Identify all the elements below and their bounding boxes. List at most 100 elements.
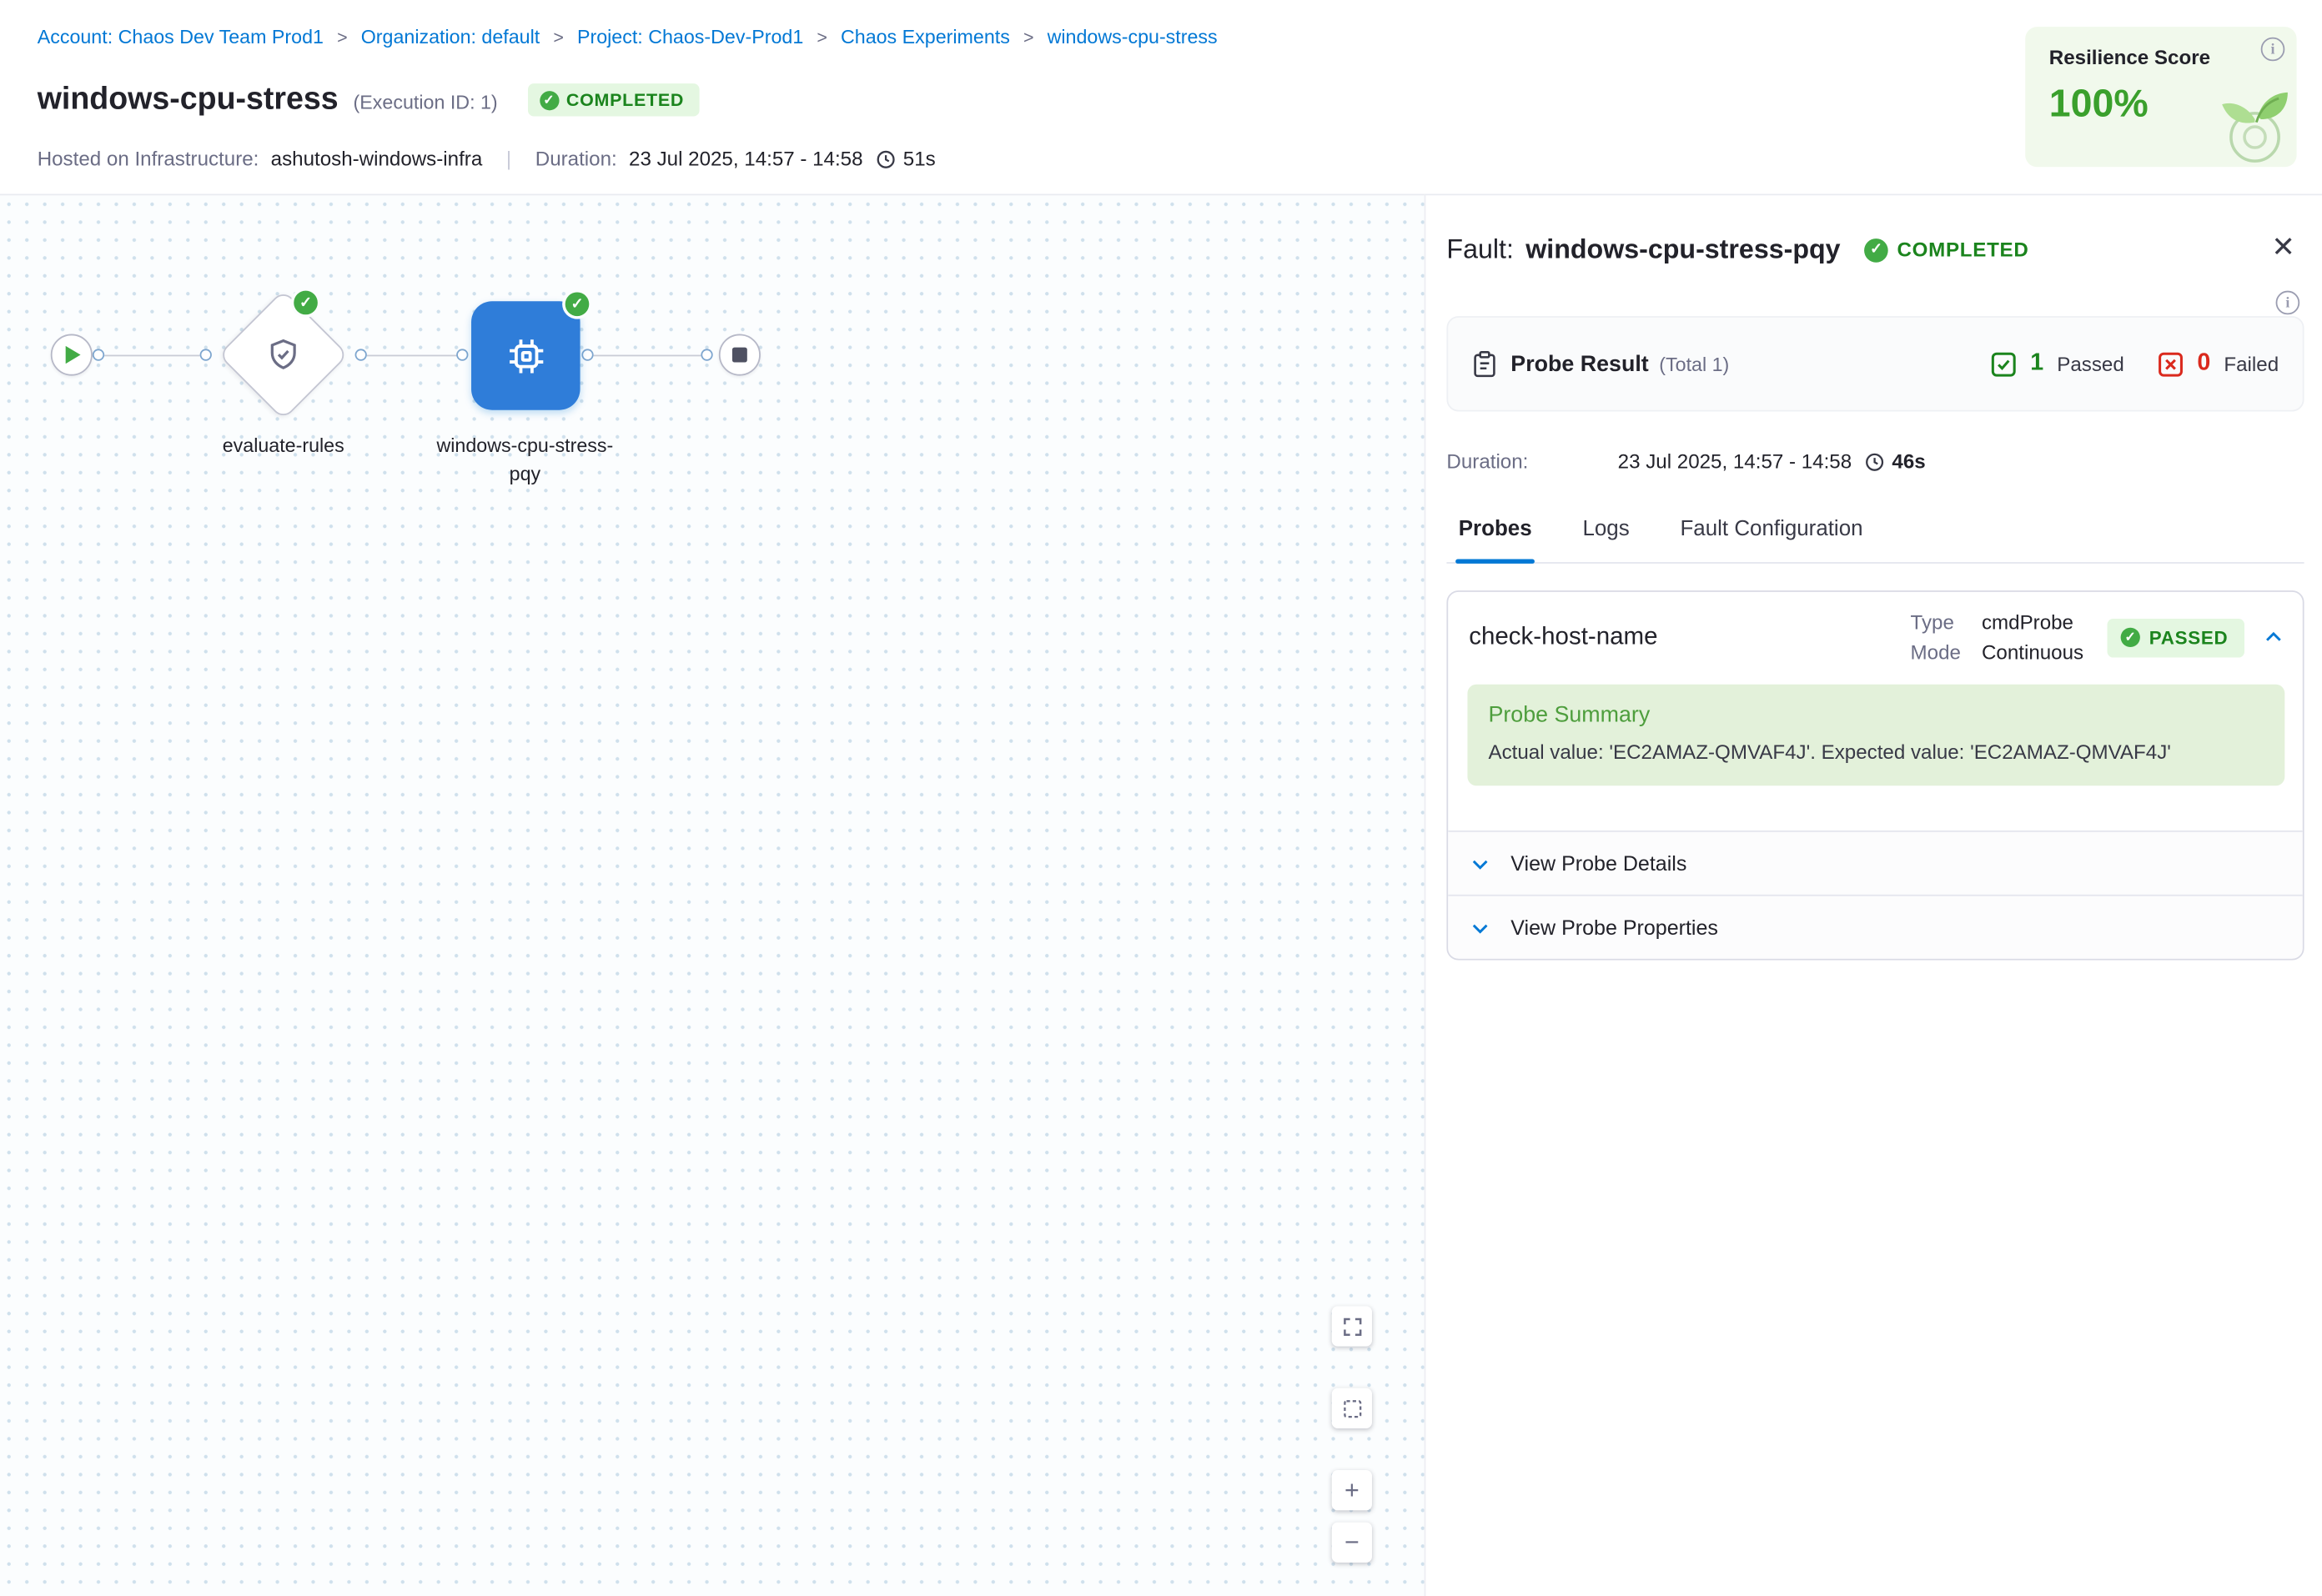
chevron-down-icon [1469, 852, 1491, 875]
probe-mode-label: Mode [1911, 641, 1961, 664]
edge-dot [581, 349, 593, 360]
check-circle-icon: ✓ [1864, 238, 1888, 262]
probe-result-counts: 1 Passed 0 Failed [1992, 350, 2279, 377]
panel-duration-row: Duration: 23 Jul 2025, 14:57 - 14:58 46s [1446, 450, 2304, 473]
cpu-fault-icon [503, 334, 548, 379]
edge-dot [355, 349, 367, 360]
pipeline-node-windows-cpu-stress-pqy[interactable]: ✓ [471, 301, 580, 410]
probe-status-label: PASSED [2149, 627, 2229, 648]
view-probe-details-expander[interactable]: View Probe Details [1448, 831, 2303, 895]
close-panel-button[interactable]: ✕ [2271, 234, 2294, 263]
play-icon [63, 346, 80, 364]
page-title: windows-cpu-stress [38, 82, 339, 118]
breadcrumb-organization[interactable]: Organization: default [361, 25, 540, 48]
edge-dot [93, 349, 104, 360]
fault-status-label: COMPLETED [1897, 238, 2029, 261]
node-label-evaluate-rules: evaluate-rules [179, 431, 388, 459]
status-badge-label: COMPLETED [566, 89, 684, 110]
pipeline-stop-node[interactable] [719, 334, 761, 376]
tab-probes[interactable]: Probes [1455, 505, 1535, 562]
probe-result-card: Probe Result (Total 1) 1 Passed 0 Failed… [1446, 316, 2304, 411]
success-check-badge: ✓ [294, 291, 318, 315]
failed-label: Failed [2224, 353, 2279, 375]
divider: | [506, 148, 511, 170]
stop-icon [732, 348, 747, 363]
clock-icon [1863, 451, 1884, 472]
chevron-right-icon: > [337, 26, 348, 47]
marquee-select-icon [1341, 1398, 1362, 1418]
select-area-button[interactable] [1332, 1388, 1372, 1428]
chevron-right-icon: > [1023, 26, 1034, 47]
node-label-windows-cpu-stress-pqy: windows-cpu-stress-pqy [435, 431, 615, 488]
duration-value: 23 Jul 2025, 14:57 - 14:58 [629, 148, 863, 170]
panel-duration-elapsed-value: 46s [1892, 450, 1925, 473]
fault-title: windows-cpu-stress-pqy [1525, 234, 1840, 266]
probe-summary-title: Probe Summary [1488, 702, 2264, 727]
failed-xbox-icon [2159, 351, 2184, 376]
zoom-in-button[interactable]: + [1332, 1470, 1372, 1510]
edge-dot [200, 349, 212, 360]
chevron-down-icon [1469, 916, 1491, 939]
collapse-probe-button[interactable] [2262, 626, 2284, 649]
probe-type-mode: Type cmdProbe Mode Continuous [1911, 611, 2084, 664]
chevron-right-icon: > [553, 26, 564, 47]
clock-icon [875, 148, 896, 169]
probe-result-total: (Total 1) [1659, 353, 1729, 375]
panel-duration-elapsed: 46s [1863, 450, 1925, 473]
check-circle-icon: ✓ [540, 90, 559, 109]
info-icon[interactable]: i [2276, 291, 2300, 315]
breadcrumb: Account: Chaos Dev Team Prod1 > Organiza… [38, 25, 1218, 48]
resilience-score-card: Resilience Score 100% i [2025, 27, 2296, 167]
probe-mode-value: Continuous [1982, 641, 2083, 664]
passed-checkbox-icon [1992, 351, 2017, 376]
tab-fault-configuration[interactable]: Fault Configuration [1677, 505, 1866, 562]
shield-check-icon [265, 337, 301, 373]
failed-count: 0 [2197, 350, 2210, 377]
view-probe-details-label: View Probe Details [1510, 851, 1686, 876]
breadcrumb-chaos-experiments[interactable]: Chaos Experiments [841, 25, 1010, 48]
edge-dot [456, 349, 468, 360]
duration-elapsed: 51s [875, 148, 936, 170]
zoom-out-button[interactable]: − [1332, 1523, 1372, 1563]
passed-count: 1 [2030, 350, 2043, 377]
probe-summary-box: Probe Summary Actual value: 'EC2AMAZ-QMV… [1467, 685, 2284, 786]
pipeline-canvas[interactable]: ✓ evaluate-rules ✓ windows-cpu-stress-pq… [0, 193, 1425, 1596]
probe-summary-text: Actual value: 'EC2AMAZ-QMVAF4J'. Expecte… [1488, 741, 2264, 764]
edge-line [594, 355, 701, 357]
check-circle-icon: ✓ [2121, 628, 2140, 647]
title-row: windows-cpu-stress (Execution ID: 1) ✓ C… [38, 82, 699, 118]
passed-label: Passed [2057, 353, 2124, 375]
chevron-right-icon: > [817, 26, 827, 47]
fault-title-prefix: Fault: [1446, 234, 1514, 266]
page-header: Account: Chaos Dev Team Prod1 > Organiza… [0, 0, 2322, 193]
view-probe-properties-expander[interactable]: View Probe Properties [1448, 895, 2303, 959]
breadcrumb-current[interactable]: windows-cpu-stress [1048, 25, 1218, 48]
clipboard-icon [1472, 349, 1497, 378]
probe-status-badge: ✓ PASSED [2108, 618, 2244, 656]
fault-status: ✓ COMPLETED [1864, 238, 2028, 262]
infra-label: Hosted on Infrastructure: [38, 148, 259, 170]
edge-dot [701, 349, 712, 360]
panel-duration-label: Duration: [1446, 450, 1528, 473]
pipeline-start-node[interactable] [51, 334, 93, 376]
app-root: Account: Chaos Dev Team Prod1 > Organiza… [0, 0, 2322, 1596]
fullscreen-icon [1341, 1316, 1362, 1337]
duration-label: Duration: [535, 148, 617, 170]
breadcrumb-account[interactable]: Account: Chaos Dev Team Prod1 [38, 25, 324, 48]
probe-name: check-host-name [1469, 623, 1657, 651]
success-check-badge: ✓ [565, 292, 590, 316]
breadcrumb-project[interactable]: Project: Chaos-Dev-Prod1 [577, 25, 803, 48]
pipeline-node-evaluate-rules[interactable]: ✓ [216, 288, 350, 422]
duration-elapsed-value: 51s [903, 148, 936, 170]
fault-header: Fault: windows-cpu-stress-pqy ✓ COMPLETE… [1446, 234, 2304, 266]
infra-value: ashutosh-windows-infra [271, 148, 483, 170]
probe-result-label: Probe Result [1510, 351, 1648, 376]
probe-card-header[interactable]: check-host-name Type cmdProbe Mode Conti… [1448, 592, 2303, 680]
status-badge: ✓ COMPLETED [527, 83, 699, 116]
info-icon[interactable]: i [2261, 38, 2285, 62]
edge-line [104, 355, 199, 357]
tab-logs[interactable]: Logs [1580, 505, 1632, 562]
probe-type-label: Type [1911, 611, 1961, 634]
fullscreen-button[interactable] [1332, 1306, 1372, 1346]
panel-tabs: Probes Logs Fault Configuration [1446, 505, 2304, 564]
